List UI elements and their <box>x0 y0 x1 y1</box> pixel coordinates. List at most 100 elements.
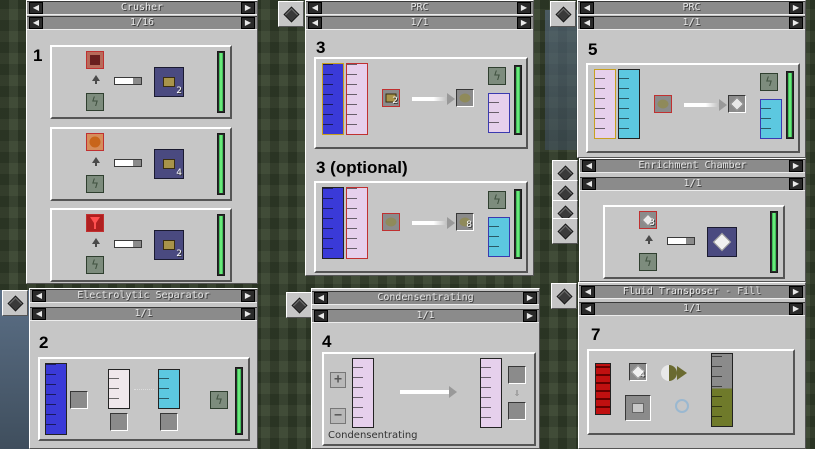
output-item-icon <box>632 403 644 413</box>
gas-gauge <box>594 69 616 139</box>
electrolytic-prev-button[interactable]: ◀ <box>32 290 46 302</box>
item-output-slot[interactable] <box>728 95 746 113</box>
machine-icon <box>291 297 308 314</box>
electrolytic-page-next-button[interactable]: ▶ <box>241 308 255 320</box>
enrichment-next-button[interactable]: ▶ <box>789 160 803 172</box>
item-output-slot[interactable] <box>456 89 474 107</box>
enrichment-title: Enrichment Chamber <box>638 160 747 171</box>
enrichment-page-prev-button[interactable]: ◀ <box>582 178 596 190</box>
prc-machine-tab[interactable] <box>278 1 304 27</box>
prc-page-next-button[interactable]: ▶ <box>517 17 531 29</box>
energy-bar <box>514 189 522 259</box>
step-marker-7: 7 <box>591 325 601 344</box>
input-count: 4 <box>639 370 645 380</box>
enrichment-window: ◀ Enrichment Chamber ▶ ◀ 1/1 ▶ 6 3 ϟ <box>579 158 806 282</box>
prc-right-machine-tab[interactable] <box>550 1 576 27</box>
crusher-next-button[interactable]: ▶ <box>241 2 255 14</box>
prc-next-button[interactable]: ▶ <box>517 2 531 14</box>
fluid-next-button[interactable]: ▶ <box>789 286 803 298</box>
prc-prev-button[interactable]: ◀ <box>308 2 322 14</box>
prc-right-prev-button[interactable]: ◀ <box>580 2 594 14</box>
input-slot[interactable]: 3 <box>639 211 657 229</box>
power-icon: ϟ <box>493 69 501 83</box>
power-slot[interactable]: ϟ <box>639 253 657 271</box>
power-slot[interactable]: ϟ <box>86 256 104 274</box>
condens-machine-tab[interactable] <box>286 292 312 318</box>
electrolytic-next-button[interactable]: ▶ <box>241 290 255 302</box>
power-icon: ϟ <box>765 75 773 89</box>
prc-page-prev-button[interactable]: ◀ <box>308 17 322 29</box>
crusher-prev-button[interactable]: ◀ <box>29 2 43 14</box>
bottom-slot[interactable] <box>508 402 526 420</box>
crusher-page-prev-button[interactable]: ◀ <box>29 17 43 29</box>
top-slot[interactable] <box>508 366 526 384</box>
power-slot[interactable]: ϟ <box>86 93 104 111</box>
item-input-slot[interactable] <box>654 95 672 113</box>
item-input-slot[interactable] <box>382 213 400 231</box>
condens-page-prev-button[interactable]: ◀ <box>314 310 328 322</box>
power-slot[interactable]: ϟ <box>760 73 778 91</box>
electrolytic-page-prev-button[interactable]: ◀ <box>32 308 46 320</box>
crusher-recipe-2: ϟ 4 <box>50 127 232 201</box>
fluid-title-bar: ◀ Fluid Transposer - Fill ▶ <box>579 285 805 299</box>
decrease-button[interactable]: − <box>330 408 346 424</box>
progress-dial-icon <box>661 365 677 381</box>
input-count: 3 <box>649 218 655 228</box>
prc-right-title-bar: ◀ PRC ▶ <box>578 1 805 15</box>
machine-tab-4[interactable] <box>552 218 578 244</box>
red-ore-icon <box>90 55 100 65</box>
enrichment-prev-button[interactable]: ◀ <box>582 160 596 172</box>
output-slot[interactable] <box>707 227 737 257</box>
power-slot[interactable]: ϟ <box>488 191 506 209</box>
prc-right-page-prev-button[interactable]: ◀ <box>580 17 594 29</box>
machine-icon <box>283 6 300 23</box>
input-slot[interactable] <box>86 133 104 151</box>
dust-icon <box>163 159 175 169</box>
progress-bar <box>114 77 142 85</box>
oxygen-slot[interactable] <box>160 413 178 431</box>
input-slot[interactable] <box>86 214 104 232</box>
step-marker-4: 4 <box>322 332 332 351</box>
prc-right-page-next-button[interactable]: ▶ <box>789 17 803 29</box>
output-slot[interactable]: 2 <box>154 67 184 97</box>
fluid-machine-tab[interactable] <box>551 283 577 309</box>
fluid-page-prev-button[interactable]: ◀ <box>581 303 595 315</box>
machine-icon <box>556 288 573 305</box>
power-slot[interactable]: ϟ <box>210 391 228 409</box>
process-arrow-icon <box>412 217 455 229</box>
enrichment-page-next-button[interactable]: ▶ <box>789 178 803 190</box>
crusher-page-bar: ◀ 1/16 ▶ <box>27 16 257 30</box>
item-output-slot[interactable]: 8 <box>456 213 474 231</box>
water-gauge <box>322 63 344 135</box>
prc-right-next-button[interactable]: ▶ <box>789 2 803 14</box>
fluid-page-next-button[interactable]: ▶ <box>789 303 803 315</box>
input-slot[interactable] <box>86 51 104 69</box>
hydrogen-slot[interactable] <box>110 413 128 431</box>
power-slot[interactable]: ϟ <box>86 175 104 193</box>
crusher-page-next-button[interactable]: ▶ <box>241 17 255 29</box>
item-input-slot[interactable]: 2 <box>382 89 400 107</box>
power-slot[interactable]: ϟ <box>488 67 506 85</box>
condens-page-next-button[interactable]: ▶ <box>523 310 537 322</box>
crystal-icon <box>712 232 732 252</box>
output-slot[interactable]: 2 <box>154 230 184 260</box>
prc-recipe-optional: 8 ϟ <box>314 181 528 273</box>
condens-next-button[interactable]: ▶ <box>523 292 537 304</box>
red-item-icon <box>90 217 100 229</box>
condens-recipe: + − ⇩ Condensentrating <box>322 352 536 446</box>
item-input-slot[interactable]: 4 <box>629 363 647 381</box>
output-slot[interactable]: 4 <box>154 149 184 179</box>
crusher-title-bar: ◀ Crusher ▶ <box>27 1 257 15</box>
side-slot[interactable] <box>70 391 88 409</box>
split-arrow-icon <box>134 389 154 391</box>
condens-prev-button[interactable]: ◀ <box>314 292 328 304</box>
fluid-drop-icon <box>675 399 689 413</box>
item-output-slot[interactable] <box>625 395 651 421</box>
electrolytic-machine-tab[interactable] <box>2 290 28 316</box>
output-count: 4 <box>176 168 182 178</box>
increase-button[interactable]: + <box>330 372 346 388</box>
fluid-gauge <box>618 69 640 139</box>
condens-window: ◀ Condensentrating ▶ ◀ 1/1 ▶ 4 + − ⇩ Con… <box>311 288 540 449</box>
fluid-prev-button[interactable]: ◀ <box>581 286 595 298</box>
condens-title: Condensentrating <box>377 292 474 303</box>
